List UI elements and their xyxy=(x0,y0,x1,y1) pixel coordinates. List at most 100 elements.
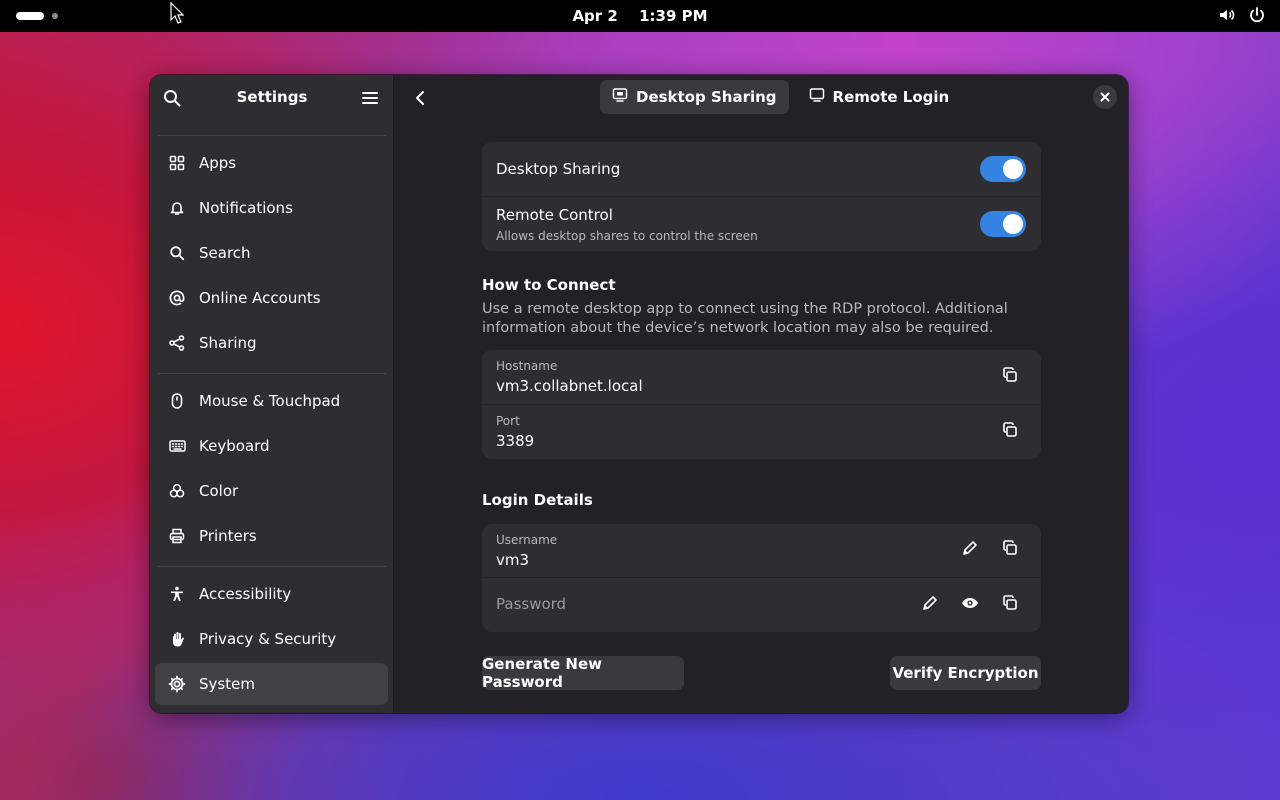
top-bar: Apr 2 1:39 PM xyxy=(0,0,1280,32)
password-field[interactable]: Password xyxy=(496,595,566,613)
username-label: Username xyxy=(496,533,558,547)
sidebar-item-label: Printers xyxy=(199,527,257,545)
sidebar-item-label: System xyxy=(199,675,255,693)
sidebar-item-label: Color xyxy=(199,482,239,500)
password-row: Password xyxy=(482,578,1041,632)
sidebar-item-privacy-security[interactable]: Privacy & Security xyxy=(155,618,388,660)
port-value: 3389 xyxy=(496,432,535,450)
copy-icon xyxy=(1002,540,1018,560)
sidebar-item-mouse-touchpad[interactable]: Mouse & Touchpad xyxy=(155,380,388,422)
remote-control-label: Remote Control xyxy=(496,206,613,224)
sidebar-item-label: Keyboard xyxy=(199,437,270,455)
gear-icon xyxy=(167,674,187,694)
sidebar-item-label: Apps xyxy=(199,154,237,172)
login-details-heading: Login Details xyxy=(482,491,593,509)
edit-password-button[interactable] xyxy=(919,594,941,616)
sidebar-item-online-accounts[interactable]: Online Accounts xyxy=(155,277,388,319)
mouse-pointer-icon xyxy=(170,1,185,28)
sidebar-item-apps[interactable]: Apps xyxy=(155,142,388,184)
at-sign-icon xyxy=(167,288,187,308)
how-to-connect-description: Use a remote desktop app to connect usin… xyxy=(482,301,1008,336)
sidebar-item-label: Sharing xyxy=(199,334,257,352)
port-row: Port 3389 xyxy=(482,405,1041,459)
desktop-sharing-switch[interactable] xyxy=(980,156,1026,182)
volume-icon[interactable] xyxy=(1218,6,1236,28)
back-arrow-icon[interactable] xyxy=(409,87,431,109)
hostname-label: Hostname xyxy=(496,359,558,373)
sidebar-item-accessibility[interactable]: Accessibility xyxy=(155,573,388,615)
content-pane: Desktop Sharing Remote Login Desktop Sha… xyxy=(395,75,1128,713)
bell-icon xyxy=(167,198,187,218)
sidebar-separator xyxy=(158,566,386,567)
sidebar-item-keyboard[interactable]: Keyboard xyxy=(155,425,388,467)
apps-grid-icon xyxy=(167,153,187,173)
sidebar-item-printers[interactable]: Printers xyxy=(155,515,388,557)
copy-hostname-button[interactable] xyxy=(999,366,1021,388)
clock[interactable]: Apr 2 1:39 PM xyxy=(0,7,1280,25)
login-details-card: Username vm3 Password xyxy=(482,524,1041,632)
verify-encryption-button[interactable]: Verify Encryption xyxy=(890,656,1041,690)
tab-desktop-sharing[interactable]: Desktop Sharing xyxy=(600,80,789,114)
sidebar-item-system[interactable]: System xyxy=(155,663,388,705)
system-tray[interactable] xyxy=(1218,6,1266,28)
sidebar-item-label: Accessibility xyxy=(199,585,292,603)
hostname-row: Hostname vm3.collabnet.local xyxy=(482,350,1041,405)
power-icon[interactable] xyxy=(1248,6,1266,28)
close-button[interactable] xyxy=(1093,85,1117,109)
port-label: Port xyxy=(496,414,520,428)
edit-username-button[interactable] xyxy=(959,539,981,561)
copy-port-button[interactable] xyxy=(999,421,1021,443)
sidebar-item-notifications[interactable]: Notifications xyxy=(155,187,388,229)
keyboard-icon xyxy=(167,436,187,456)
view-switcher: Desktop Sharing Remote Login xyxy=(600,80,961,114)
desktop-sharing-label: Desktop Sharing xyxy=(496,160,621,178)
color-circles-icon xyxy=(167,481,187,501)
search-icon xyxy=(167,243,187,263)
tab-remote-login[interactable]: Remote Login xyxy=(797,80,962,114)
copy-icon xyxy=(1002,367,1018,387)
sidebar-item-sharing[interactable]: Sharing xyxy=(155,322,388,364)
copy-icon xyxy=(1002,422,1018,442)
generate-new-password-button[interactable]: Generate New Password xyxy=(482,655,684,691)
copy-icon xyxy=(1002,595,1018,615)
settings-window: Settings Apps Notifications Search Onlin… xyxy=(150,75,1128,713)
connection-details-card: Hostname vm3.collabnet.local Port 3389 xyxy=(482,350,1041,459)
sidebar: Settings Apps Notifications Search Onlin… xyxy=(150,75,394,713)
how-to-connect-heading: How to Connect xyxy=(482,276,616,294)
remote-control-switch[interactable] xyxy=(980,211,1026,237)
username-value: vm3 xyxy=(496,551,530,569)
sidebar-item-label: Search xyxy=(199,244,251,262)
pencil-icon xyxy=(962,540,978,560)
accessibility-person-icon xyxy=(167,584,187,604)
username-row: Username vm3 xyxy=(482,524,1041,578)
sidebar-item-label: Mouse & Touchpad xyxy=(199,392,341,410)
printer-icon xyxy=(167,526,187,546)
copy-password-button[interactable] xyxy=(999,594,1021,616)
clock-time: 1:39 PM xyxy=(639,7,708,25)
sidebar-item-color[interactable]: Color xyxy=(155,470,388,512)
sidebar-separator xyxy=(158,373,386,374)
tab-label: Desktop Sharing xyxy=(636,88,777,106)
desktop-sharing-icon xyxy=(612,87,628,107)
sidebar-item-label: Notifications xyxy=(199,199,293,217)
sidebar-separator xyxy=(158,135,386,136)
copy-username-button[interactable] xyxy=(999,539,1021,561)
sidebar-item-label: Privacy & Security xyxy=(199,630,337,648)
remote-control-subtitle: Allows desktop shares to control the scr… xyxy=(496,229,758,243)
tab-label: Remote Login xyxy=(832,88,950,106)
monitor-icon xyxy=(809,87,825,107)
desktop-sharing-row: Desktop Sharing xyxy=(482,142,1041,197)
close-icon xyxy=(1099,88,1111,107)
eye-icon xyxy=(961,595,979,615)
remote-control-row: Remote Control Allows desktop shares to … xyxy=(482,197,1041,251)
hamburger-menu-icon[interactable] xyxy=(360,88,380,108)
sidebar-title: Settings xyxy=(236,88,308,106)
show-password-button[interactable] xyxy=(959,594,981,616)
sidebar-item-search[interactable]: Search xyxy=(155,232,388,274)
share-icon xyxy=(167,333,187,353)
sidebar-header: Settings xyxy=(150,75,393,121)
hand-icon xyxy=(167,629,187,649)
sidebar-item-label: Online Accounts xyxy=(199,289,321,307)
sharing-toggles-card: Desktop Sharing Remote Control Allows de… xyxy=(482,142,1041,251)
hostname-value: vm3.collabnet.local xyxy=(496,377,643,395)
